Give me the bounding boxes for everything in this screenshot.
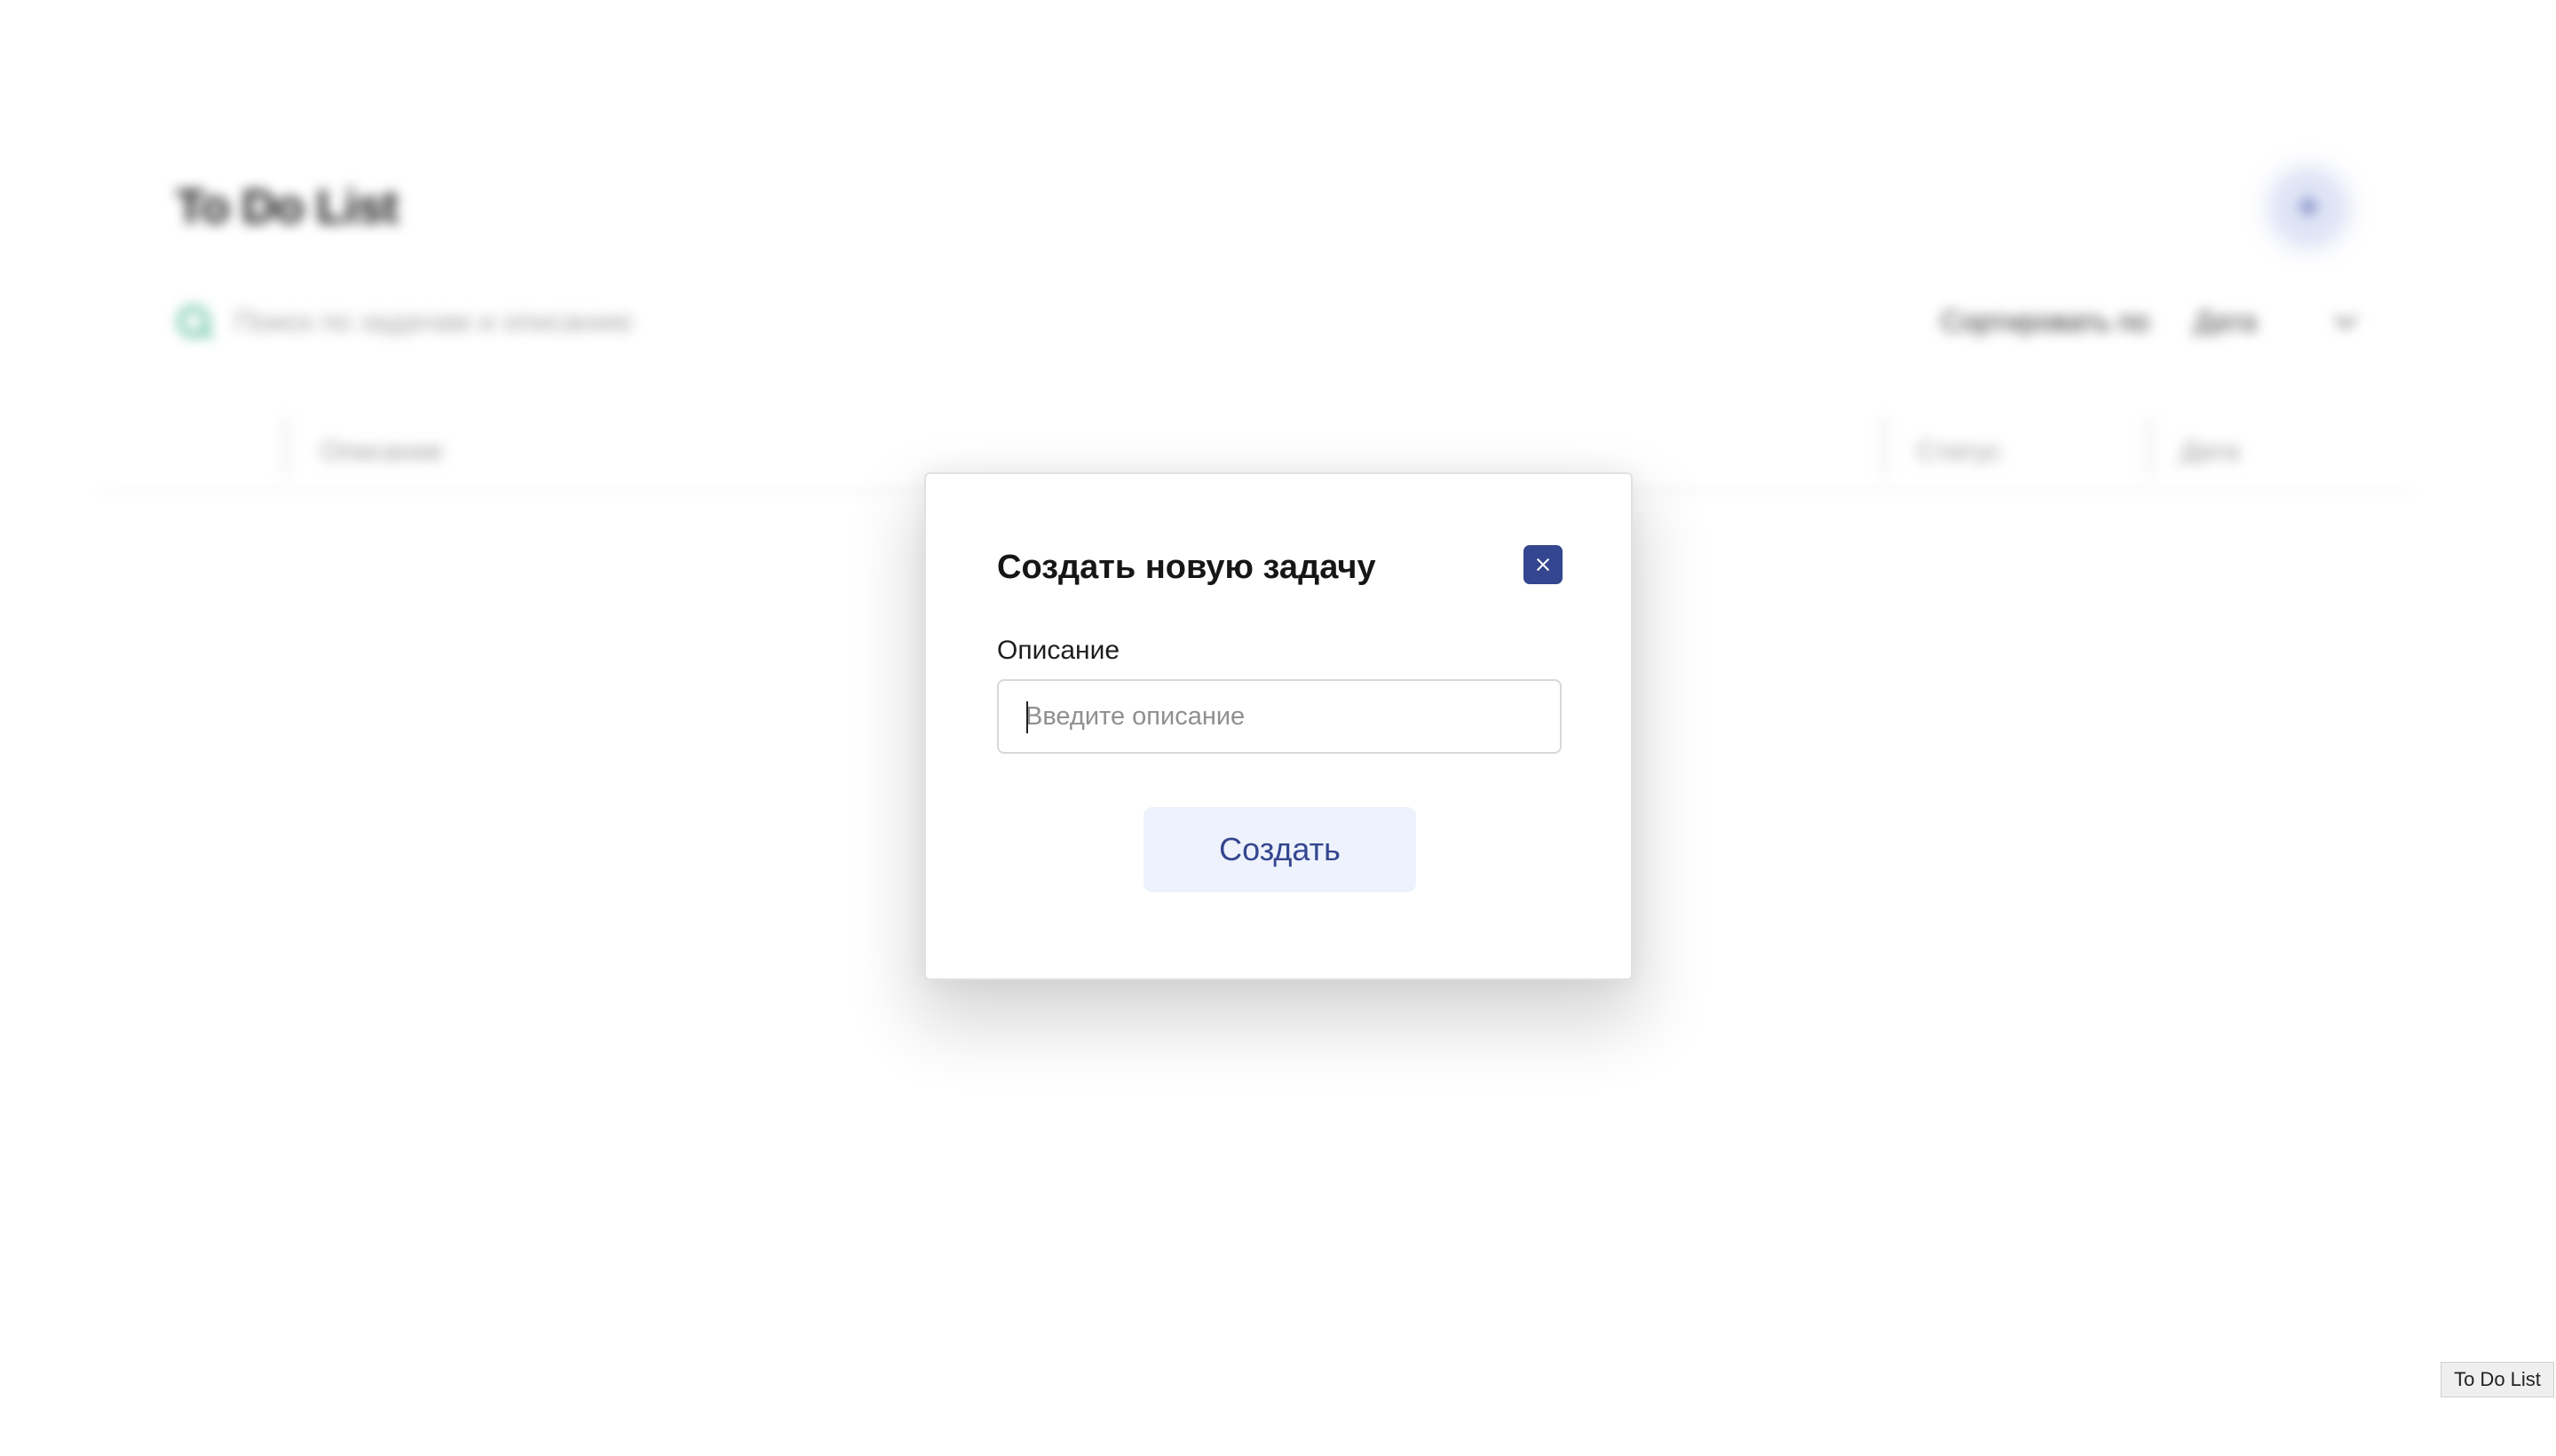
sort-label: Сортировать по bbox=[1941, 305, 2150, 337]
create-button[interactable]: Создать bbox=[1143, 807, 1416, 892]
sort-select[interactable]: Дата bbox=[2194, 305, 2357, 338]
sort-control: Сортировать по Дата bbox=[1941, 297, 2357, 346]
chevron-down-icon bbox=[2334, 306, 2357, 329]
description-input[interactable] bbox=[997, 679, 1562, 754]
description-label: Описание bbox=[997, 636, 1120, 665]
column-header-date[interactable]: Дата bbox=[2180, 426, 2239, 478]
search-icon bbox=[176, 304, 211, 339]
column-divider bbox=[1882, 417, 1886, 476]
add-task-button[interactable]: + bbox=[2280, 179, 2337, 236]
app-title: To Do List bbox=[176, 180, 399, 233]
search-placeholder: Поиск по задачам и описанию bbox=[234, 305, 633, 337]
column-header-status[interactable]: Статус bbox=[1917, 426, 2001, 478]
close-icon bbox=[1535, 557, 1551, 573]
plus-icon: + bbox=[2295, 184, 2322, 231]
modal-title: Создать новую задачу bbox=[997, 549, 1376, 586]
search-bar[interactable]: Поиск по задачам и описанию bbox=[176, 297, 632, 346]
close-button[interactable] bbox=[1523, 545, 1563, 584]
tooltip: To Do List bbox=[2441, 1362, 2554, 1397]
create-task-modal: Создать новую задачу Описание Создать bbox=[924, 472, 1633, 980]
text-caret bbox=[1026, 701, 1028, 733]
column-divider bbox=[284, 417, 288, 476]
column-header-description[interactable]: Описание bbox=[320, 426, 443, 478]
column-divider bbox=[2148, 417, 2151, 476]
app-root: To Do List + Поиск по задачам и описанию… bbox=[0, 0, 2556, 1456]
sort-selected-value: Дата bbox=[2194, 305, 2258, 337]
